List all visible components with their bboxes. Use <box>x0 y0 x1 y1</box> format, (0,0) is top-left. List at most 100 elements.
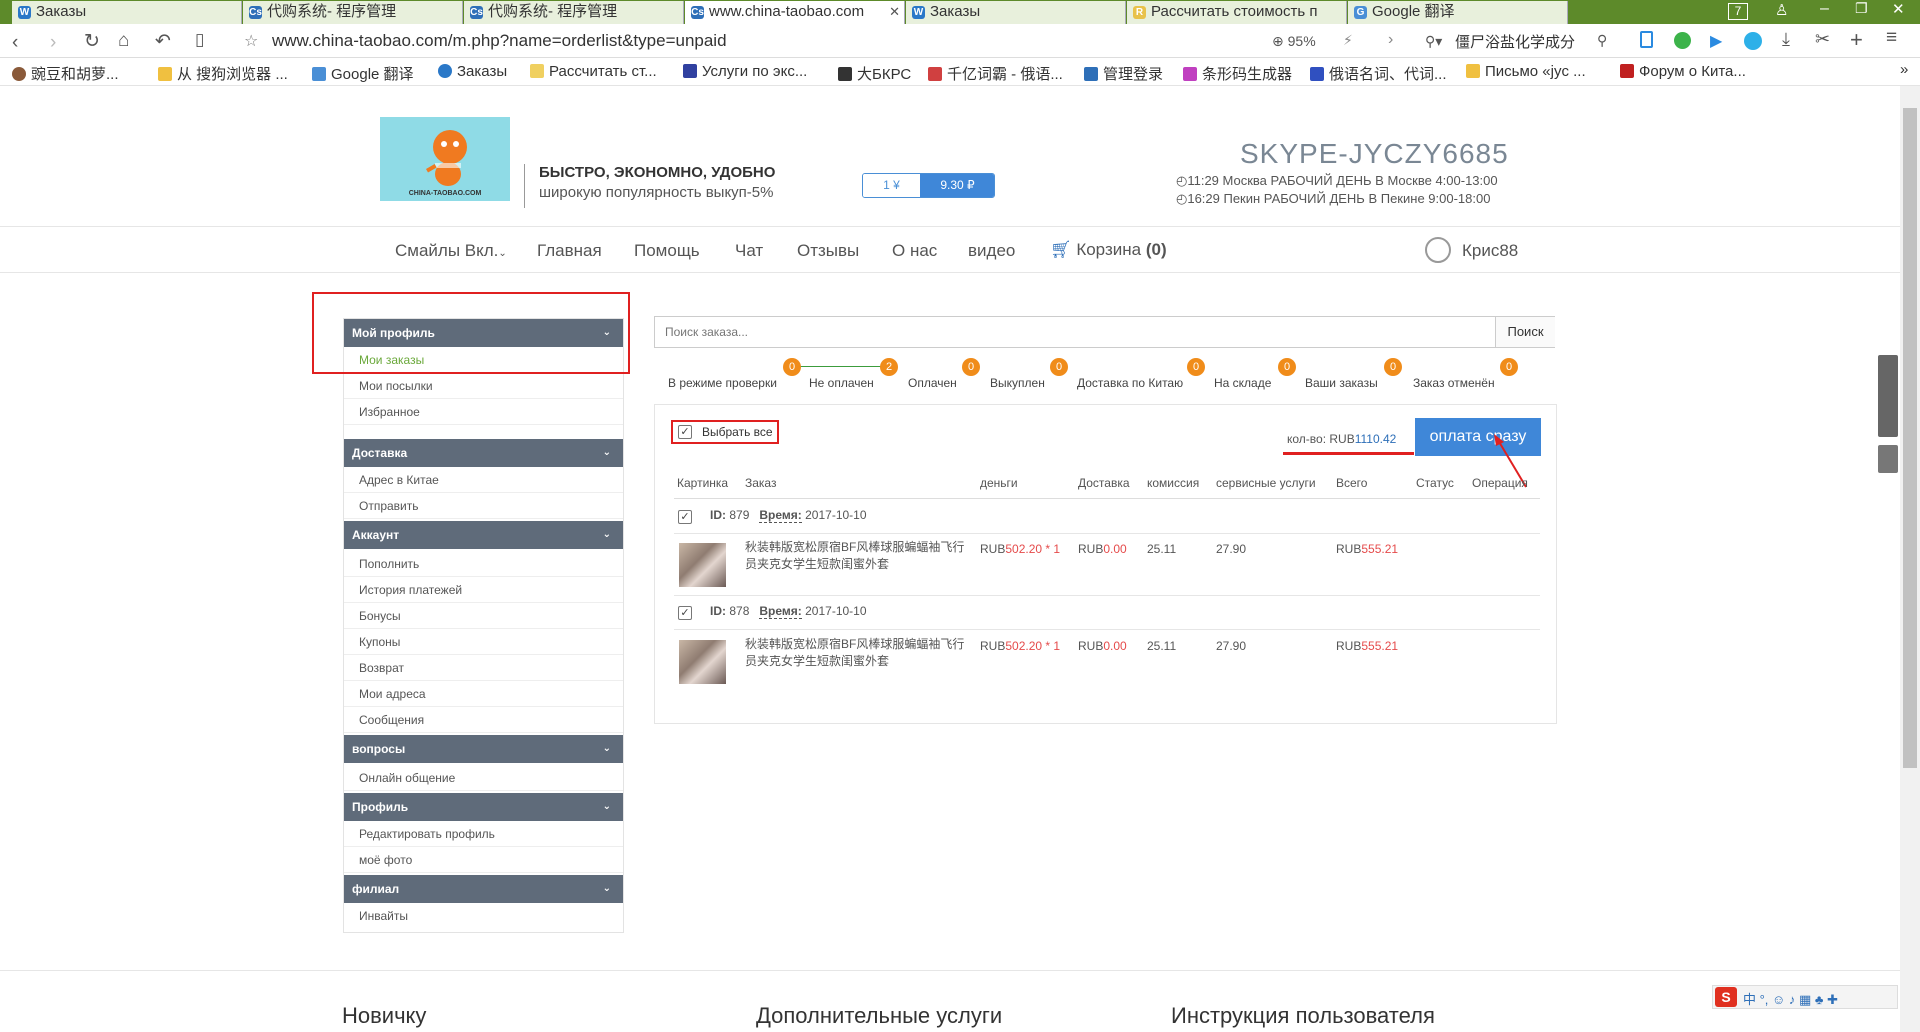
nav-help[interactable]: Помощь <box>634 241 700 261</box>
bookmark-item[interactable]: Заказы <box>438 63 507 80</box>
footer-heading-extra-services[interactable]: Дополнительные услуги <box>756 1003 1002 1029</box>
filter-tab-china-delivery[interactable]: Доставка по Китаю <box>1077 376 1183 390</box>
bookmark-item[interactable]: Google 翻译 <box>312 63 414 84</box>
nav-smiles-toggle[interactable]: Смайлы Вкл.⌄ <box>395 241 507 261</box>
sidebar-section-delivery[interactable]: Доставка ⌄ <box>344 439 623 467</box>
sidebar-item-messages[interactable]: Сообщения <box>344 707 623 733</box>
bookmark-icon[interactable] <box>1640 31 1653 48</box>
footer-heading-newbie[interactable]: Новичку <box>342 1003 426 1029</box>
product-title[interactable]: 秋装韩版宽松原宿BF风棒球服蝙蝠袖飞行员夹克女学生短款闺蜜外套 <box>745 539 970 573</box>
nav-chat[interactable]: Чат <box>735 241 763 261</box>
bookmark-item[interactable]: Услуги по экс... <box>683 63 807 80</box>
sidebar-item-bonuses[interactable]: Бонусы <box>344 603 623 629</box>
chevron-right-icon[interactable]: › <box>1388 31 1393 49</box>
sidebar-item-refund[interactable]: Возврат <box>344 655 623 681</box>
ime-status-icons[interactable]: 中 °, ☺ ♪ ▦ ♣ ✚ <box>1743 989 1838 1008</box>
new-tab-icon[interactable]: + <box>1850 27 1863 53</box>
undo-icon[interactable]: ↶ <box>155 30 171 53</box>
sidebar-section-profile[interactable]: Профиль ⌄ <box>344 793 623 821</box>
url-input[interactable]: www.china-taobao.com/m.php?name=orderlis… <box>272 31 727 51</box>
wechat-icon[interactable] <box>1674 32 1691 49</box>
scissors-icon[interactable]: ✂ <box>1815 29 1830 50</box>
browser-tab[interactable]: W Заказы <box>906 1 1126 24</box>
ime-toolbar[interactable]: S 中 °, ☺ ♪ ▦ ♣ ✚ <box>1712 985 1898 1009</box>
browser-tab[interactable]: G Google 翻译 <box>1348 1 1568 24</box>
browser-tab[interactable]: R Рассчитать стоимость п <box>1127 1 1347 24</box>
order-search-input[interactable] <box>655 317 1495 347</box>
browser-tab[interactable]: Cs 代购系统- 程序管理 <box>464 1 684 24</box>
side-tool-icon[interactable] <box>1878 445 1898 473</box>
reload-icon[interactable]: ↻ <box>84 30 100 53</box>
download-icon[interactable]: ⤓ <box>1782 29 1790 50</box>
product-thumbnail[interactable] <box>679 640 726 684</box>
footer-heading-user-guide[interactable]: Инструкция пользователя <box>1171 1003 1435 1029</box>
side-share-widget[interactable] <box>1878 355 1898 437</box>
shirt-icon[interactable]: ♙ <box>1775 1 1788 19</box>
tab-counter[interactable]: 7 <box>1728 3 1748 20</box>
bookmark-item[interactable]: 管理登录 <box>1084 63 1163 84</box>
bookmark-item[interactable]: 条形码生成器 <box>1183 63 1292 84</box>
more-bookmarks-icon[interactable]: » <box>1900 61 1908 78</box>
product-thumbnail[interactable] <box>679 543 726 587</box>
favorite-star-icon[interactable]: ☆ <box>244 31 258 51</box>
sidebar-section-branch[interactable]: филиал ⌄ <box>344 875 623 903</box>
user-name[interactable]: Крис88 <box>1462 241 1518 261</box>
sogou-ime-icon[interactable]: S <box>1715 987 1737 1007</box>
sidebar-item-favorites[interactable]: Избранное <box>344 399 623 425</box>
nav-about[interactable]: О нас <box>892 241 937 261</box>
sidebar-item-my-photo[interactable]: моё фото <box>344 847 623 873</box>
menu-icon[interactable]: ≡ <box>1886 27 1897 49</box>
filter-tab-your-orders[interactable]: Ваши заказы <box>1305 376 1378 390</box>
restore-icon[interactable]: ❐ <box>1855 0 1868 17</box>
flash-icon[interactable]: ⚡ <box>1343 32 1353 49</box>
nav-video[interactable]: видео <box>968 241 1015 261</box>
order-checkbox[interactable]: ✓ <box>678 510 692 524</box>
bookmark-item[interactable]: 俄语名词、代词... <box>1310 63 1447 84</box>
bookmark-item[interactable]: Рассчитать ст... <box>530 63 657 80</box>
search-box[interactable]: 僵尸浴盐化学成分 <box>1455 31 1575 52</box>
sidebar-item-top-up[interactable]: Пополнить <box>344 551 623 577</box>
nav-home[interactable]: Главная <box>537 241 602 261</box>
bookmark-item[interactable]: 千亿词霸 - 俄语... <box>928 63 1063 84</box>
browser-tab[interactable]: Cs 代购系统- 程序管理 <box>243 1 463 24</box>
minimize-icon[interactable]: – <box>1820 0 1829 18</box>
skype-contact[interactable]: SKYPE-JYCZY6685 <box>1240 138 1509 170</box>
bookmark-item[interactable]: Форум о Кита... <box>1620 63 1746 80</box>
search-icon[interactable]: ⚲ <box>1597 32 1607 49</box>
sidebar-item-coupons[interactable]: Купоны <box>344 629 623 655</box>
browser-tab[interactable]: W Заказы <box>12 1 242 24</box>
filter-tab-paid[interactable]: Оплачен <box>908 376 957 390</box>
zoom-level[interactable]: ⊕ 95% <box>1272 33 1316 50</box>
sidebar-item-online-chat[interactable]: Онлайн общение <box>344 765 623 791</box>
select-all-checkbox[interactable]: ✓ <box>678 425 692 439</box>
forward-icon[interactable]: › <box>50 32 56 54</box>
nav-reviews[interactable]: Отзывы <box>797 241 859 261</box>
close-window-icon[interactable]: ✕ <box>1892 0 1905 18</box>
bookmark-item[interactable]: Письмо «jyc ... <box>1466 63 1586 80</box>
close-tab-icon[interactable]: ✕ <box>889 1 900 23</box>
sidebar-item-edit-profile[interactable]: Редактировать профиль <box>344 821 623 847</box>
filter-tab-unpaid[interactable]: Не оплачен <box>809 376 874 390</box>
home-icon[interactable]: ⌂ <box>118 30 129 52</box>
bookmark-item[interactable]: 大БКРС <box>838 63 911 84</box>
sidebar-item-my-parcels[interactable]: Мои посылки <box>344 373 623 399</box>
scrollbar-thumb[interactable] <box>1903 108 1917 768</box>
bookmark-folder[interactable]: 从 搜狗浏览器 ... <box>158 63 288 84</box>
filter-tab-purchased[interactable]: Выкуплен <box>990 376 1045 390</box>
reader-icon[interactable]: ▯ <box>195 30 204 50</box>
nav-cart[interactable]: 🛒︎ Корзина (0) <box>1050 240 1167 260</box>
sidebar-item-payment-history[interactable]: История платежей <box>344 577 623 603</box>
sidebar-item-invites[interactable]: Инвайты <box>344 903 623 929</box>
browser-tab-active[interactable]: Cs www.china-taobao.com ✕ <box>685 1 905 24</box>
back-icon[interactable]: ‹ <box>12 32 18 54</box>
bookmark-item[interactable]: 豌豆和胡萝... <box>12 63 119 84</box>
filter-tab-warehouse[interactable]: На складе <box>1214 376 1271 390</box>
sidebar-item-send[interactable]: Отправить <box>344 493 623 519</box>
search-engine-icon[interactable]: ⚲▾ <box>1425 33 1442 50</box>
ext-icon[interactable] <box>1744 32 1762 50</box>
page-scrollbar[interactable] <box>1900 86 1920 1032</box>
order-checkbox[interactable]: ✓ <box>678 606 692 620</box>
user-avatar-icon[interactable] <box>1425 237 1451 263</box>
play-icon[interactable]: ▶ <box>1710 31 1722 51</box>
sidebar-item-my-addresses[interactable]: Мои адреса <box>344 681 623 707</box>
